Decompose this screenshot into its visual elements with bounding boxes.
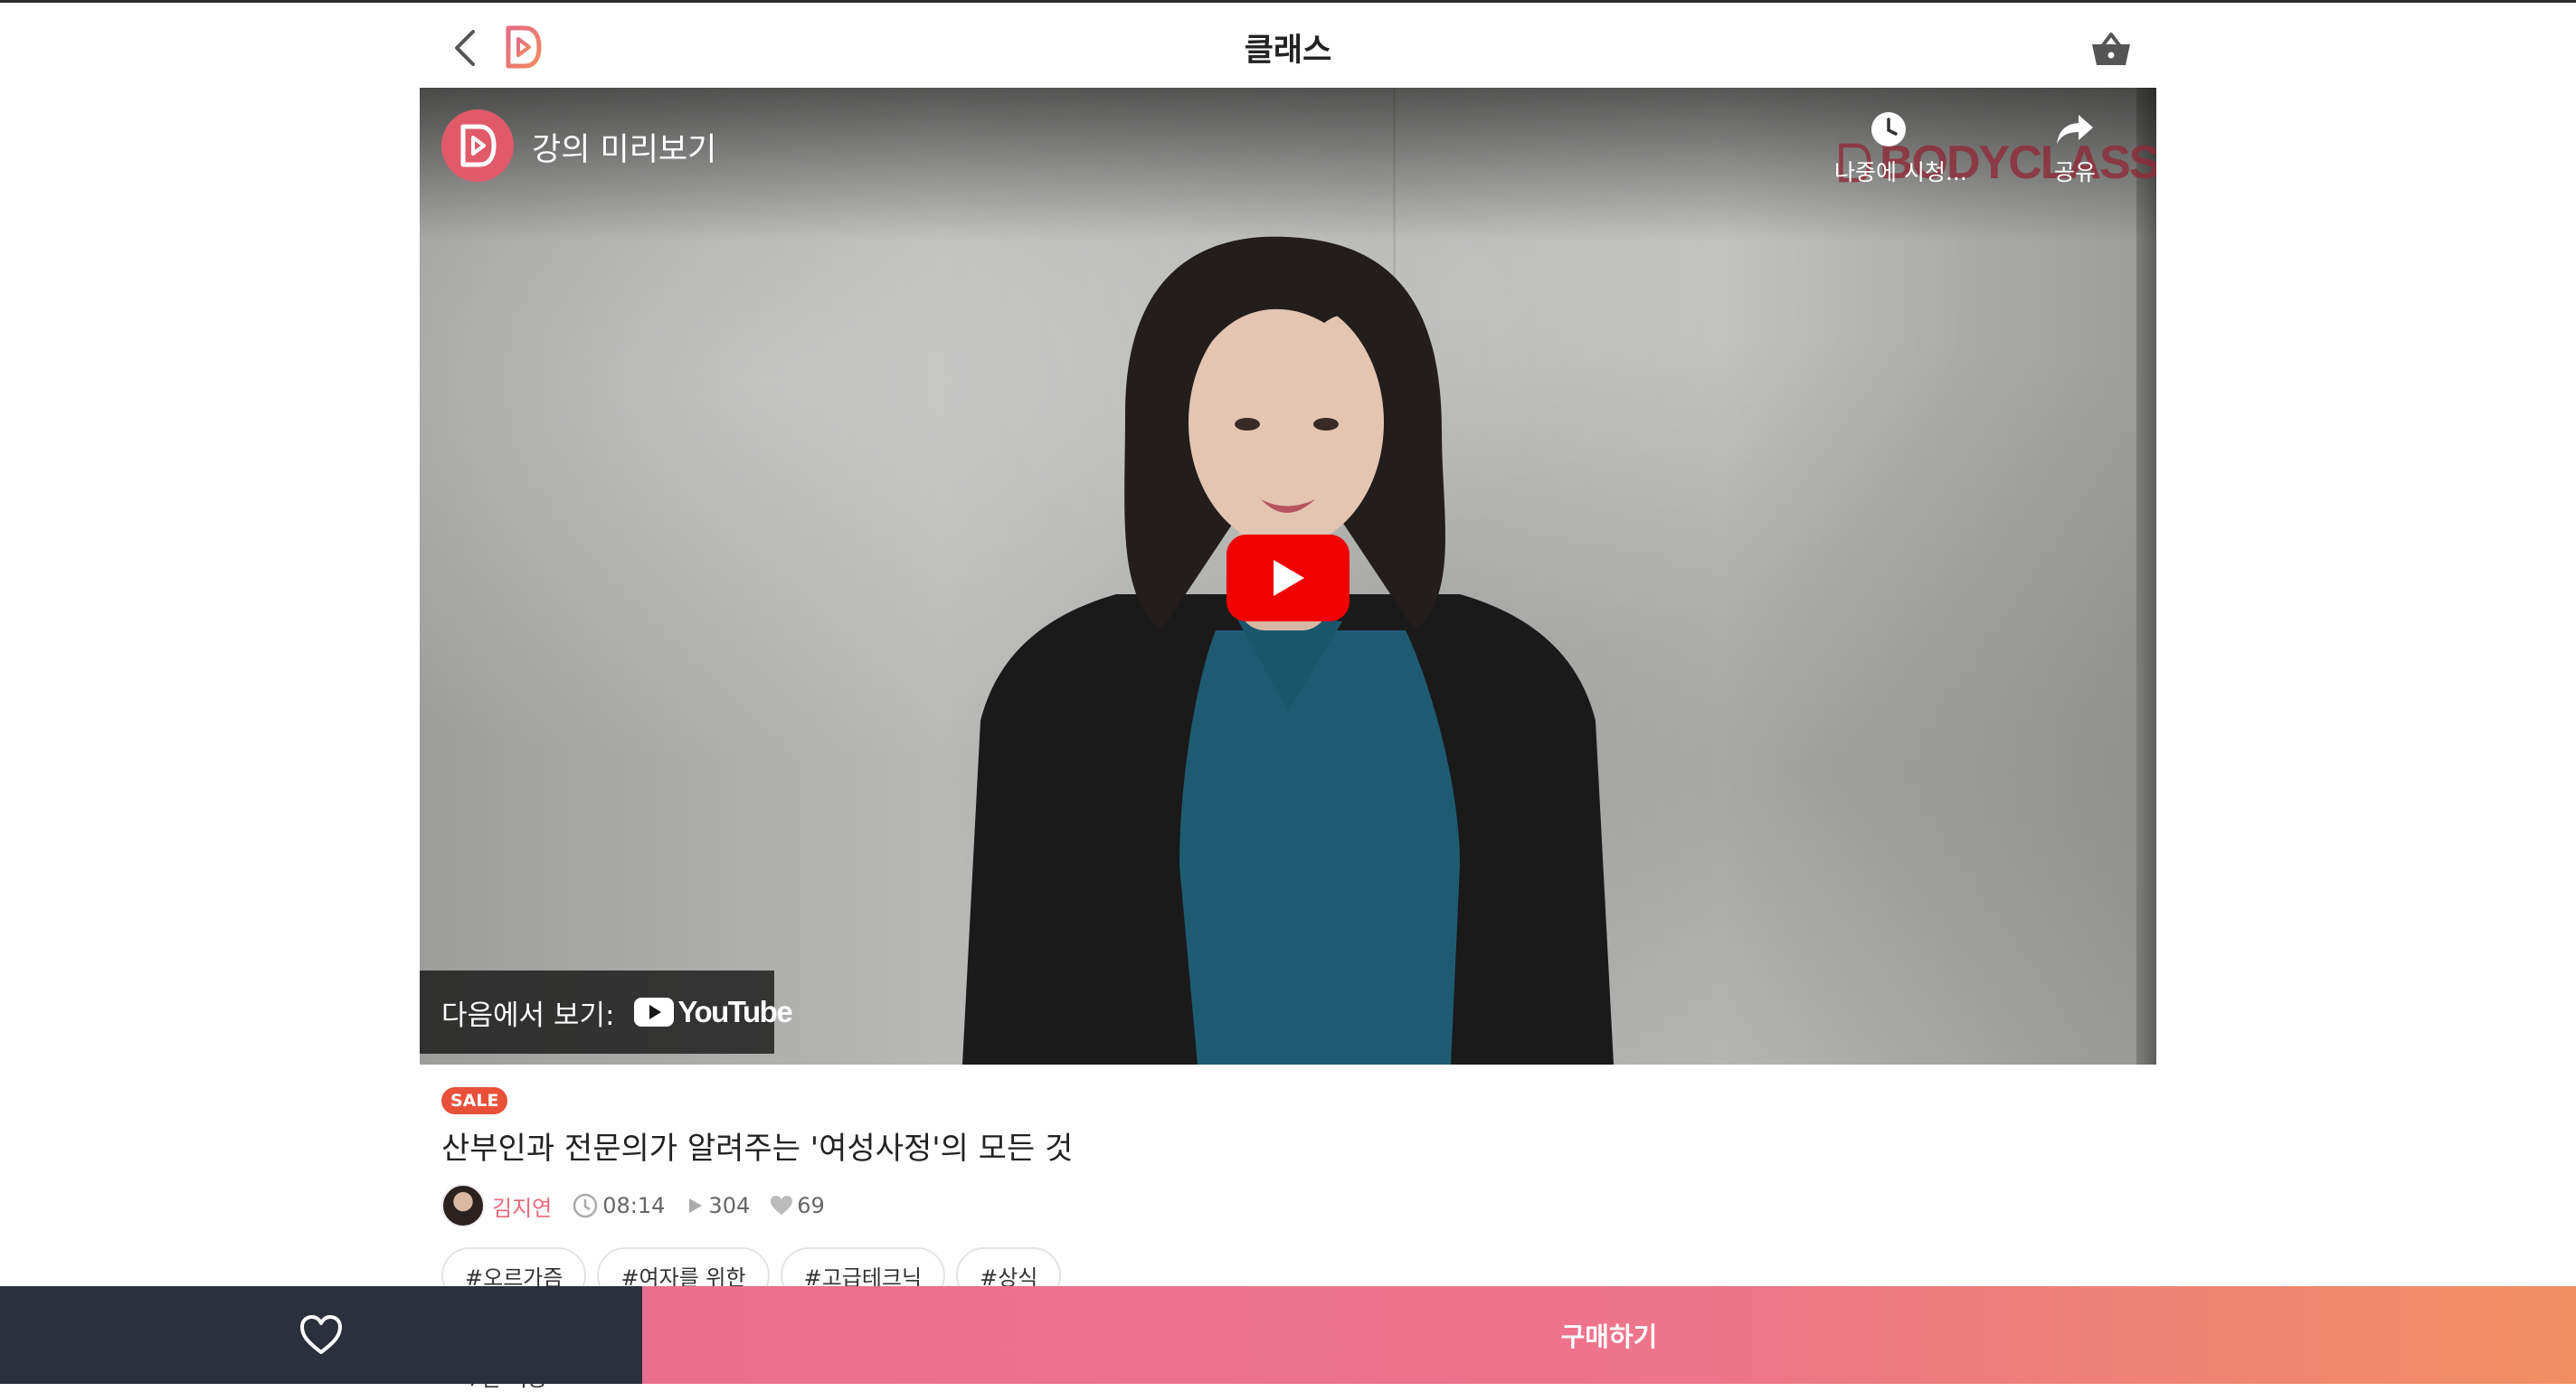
heart-icon — [771, 1196, 793, 1215]
heart-outline-icon — [300, 1315, 342, 1354]
share-label: 공유 — [2053, 159, 2096, 185]
video-title[interactable]: 강의 미리보기 — [532, 124, 716, 170]
sale-badge: SALE — [441, 1087, 508, 1114]
play-count-icon — [689, 1198, 703, 1213]
like-count-value: 69 — [797, 1193, 825, 1218]
clock-icon — [1871, 112, 1906, 147]
channel-logo-icon — [460, 124, 497, 167]
share-button[interactable]: 공유 — [2039, 111, 2111, 187]
watch-later-button[interactable]: 나중에 시청... — [1834, 111, 1967, 187]
class-meta: 김지연 08:14 304 69 — [441, 1184, 2142, 1227]
watch-on-youtube-button[interactable]: 다음에서 보기: YouTube — [420, 971, 793, 1054]
wishlist-button[interactable] — [0, 1286, 642, 1384]
page-title: 클래스 — [1244, 33, 1332, 69]
basket-icon — [2092, 33, 2130, 65]
play-button[interactable] — [1226, 535, 1350, 621]
buy-label: 구매하기 — [1560, 1321, 1658, 1352]
share-arrow-icon — [2057, 115, 2093, 144]
like-count: 69 — [770, 1193, 825, 1218]
class-title: 산부인과 전문의가 알려주는 '여성사정'의 모든 것 — [441, 1131, 1074, 1167]
bottom-action-bar: 구매하기 — [0, 1286, 2576, 1384]
duration: 08:14 — [572, 1192, 665, 1219]
class-info: SALE 산부인과 전문의가 알려주는 '여성사정'의 모든 것 김지연 08:… — [441, 1087, 2142, 1303]
instructor-avatar[interactable] — [441, 1184, 485, 1227]
watch-later-label: 나중에 시청... — [1834, 159, 1967, 185]
channel-logo[interactable] — [441, 109, 514, 182]
youtube-wordmark: YouTube — [677, 995, 792, 1028]
clock-icon — [573, 1193, 598, 1218]
video-player[interactable]: 강의 미리보기 BODYCLASS 나중에 시청... 공유 다음에서 보기: … — [420, 88, 2156, 1065]
play-icon — [1274, 560, 1304, 596]
youtube-logo: YouTube — [634, 995, 793, 1029]
play-count-value: 304 — [708, 1193, 751, 1218]
play-count: 304 — [685, 1193, 750, 1218]
youtube-play-icon — [634, 998, 675, 1027]
watch-on-label: 다음에서 보기: — [441, 999, 615, 1032]
app-header: 클래스 — [420, 3, 2156, 88]
cart-button[interactable] — [2084, 24, 2138, 73]
duration-value: 08:14 — [602, 1193, 666, 1218]
buy-button[interactable]: 구매하기 — [642, 1286, 2576, 1384]
instructor-name[interactable]: 김지연 — [492, 1190, 552, 1222]
